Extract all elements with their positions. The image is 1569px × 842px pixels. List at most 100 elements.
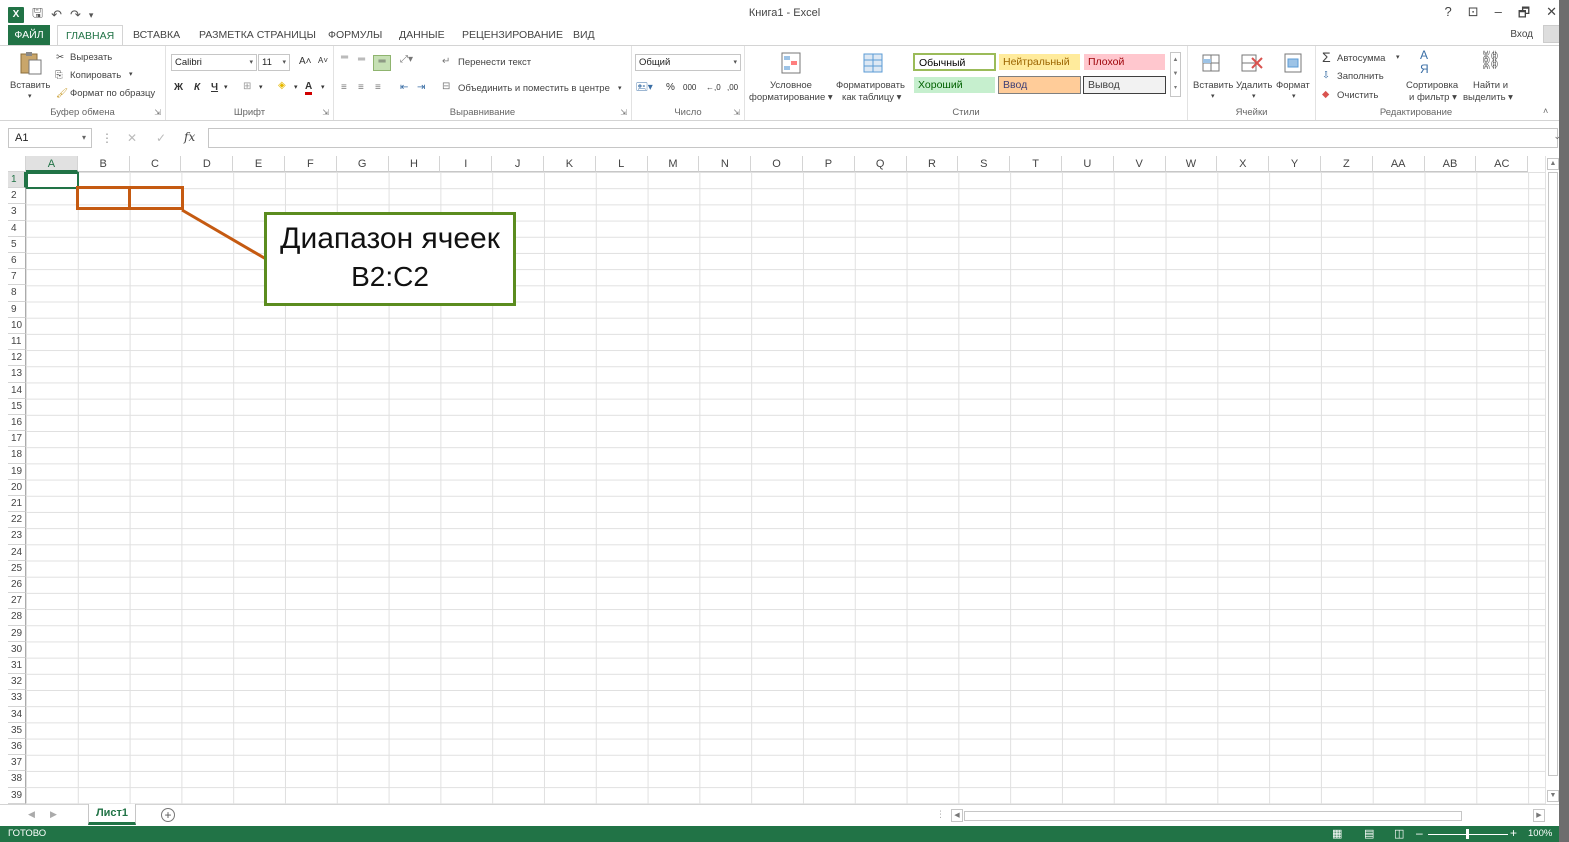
column-header[interactable]: W <box>1165 156 1218 172</box>
column-header[interactable]: AA <box>1372 156 1425 172</box>
collapse-ribbon-icon[interactable]: ˄ <box>1543 106 1548 116</box>
number-launcher-icon[interactable]: ⇲ <box>733 108 740 117</box>
format-as-table-label-1[interactable]: Форматировать <box>836 80 905 91</box>
shrink-font-button[interactable]: A˅ <box>318 56 328 65</box>
page-layout-view-icon[interactable]: ▤ <box>1364 827 1374 840</box>
column-header[interactable]: U <box>1062 156 1114 172</box>
row-header[interactable]: 18 <box>8 447 26 464</box>
tab-page-layout[interactable]: РАЗМЕТКА СТРАНИЦЫ <box>191 25 324 45</box>
horizontal-scroll-thumb[interactable] <box>964 811 1462 821</box>
row-header[interactable]: 36 <box>8 739 26 756</box>
tab-home[interactable]: ГЛАВНАЯ <box>57 25 124 46</box>
column-header[interactable]: Z <box>1321 156 1373 172</box>
styles-gallery-scroll[interactable]: ▲ ▼ ▾ <box>1170 52 1181 97</box>
row-header[interactable]: 29 <box>8 625 26 642</box>
prev-sheet-icon[interactable]: ◀ <box>28 809 35 820</box>
help-icon[interactable]: ? <box>1445 4 1452 26</box>
next-sheet-icon[interactable]: ▶ <box>50 809 57 820</box>
row-header[interactable]: 15 <box>8 398 26 415</box>
column-header[interactable]: P <box>803 156 855 172</box>
row-header[interactable]: 33 <box>8 690 26 707</box>
accounting-format-icon[interactable]: 🖭▾ <box>636 80 653 97</box>
style-good[interactable]: Хороший <box>913 76 996 94</box>
insert-cells-button[interactable]: Вставить <box>1193 80 1233 91</box>
row-header[interactable]: 21 <box>8 496 26 513</box>
column-header[interactable]: K <box>544 156 596 172</box>
tab-data[interactable]: ДАННЫЕ <box>391 25 453 45</box>
align-left-icon[interactable]: ≡ <box>341 82 347 93</box>
scroll-left-icon[interactable]: ◀ <box>951 809 963 822</box>
column-header[interactable]: J <box>492 156 544 172</box>
add-sheet-icon[interactable]: + <box>161 808 175 822</box>
underline-button[interactable]: Ч <box>211 82 218 93</box>
row-header[interactable]: 32 <box>8 674 26 691</box>
find-select-label-1[interactable]: Найти и <box>1473 80 1508 91</box>
row-header[interactable]: 38 <box>8 771 26 788</box>
grow-font-button[interactable]: A˄ <box>299 56 312 67</box>
formula-input[interactable] <box>208 128 1558 148</box>
paste-icon[interactable] <box>18 50 44 76</box>
vertical-scrollbar[interactable]: ▲ ▼ <box>1545 156 1559 804</box>
row-header[interactable]: 26 <box>8 577 26 594</box>
sheet-tab-list1[interactable]: Лист1 <box>88 804 136 825</box>
align-right-icon[interactable]: ≡ <box>375 82 381 93</box>
style-normal[interactable]: Обычный <box>913 53 996 71</box>
row-header[interactable]: 22 <box>8 512 26 529</box>
column-header[interactable]: R <box>906 156 959 172</box>
conditional-formatting-label-2[interactable]: форматирование ▾ <box>749 92 833 103</box>
name-box[interactable]: A1 ▾ <box>8 128 92 148</box>
row-header[interactable]: 35 <box>8 722 26 739</box>
decrease-indent-icon[interactable]: ⇤ <box>400 82 408 93</box>
find-select-label-2[interactable]: выделить ▾ <box>1463 92 1513 103</box>
sort-filter-label-1[interactable]: Сортировка <box>1406 80 1458 91</box>
tab-review[interactable]: РЕЦЕНЗИРОВАНИЕ <box>454 25 571 45</box>
normal-view-icon[interactable]: ▦ <box>1332 827 1342 840</box>
tab-split-handle[interactable]: ⋮ <box>936 809 945 820</box>
wrap-text-button[interactable]: Перенести текст <box>458 57 531 68</box>
tab-insert[interactable]: ВСТАВКА <box>125 25 188 45</box>
row-header[interactable]: 8 <box>8 285 26 302</box>
scroll-down-icon[interactable]: ▼ <box>1547 790 1559 802</box>
close-button[interactable]: ✕ <box>1546 4 1557 26</box>
bold-button[interactable]: Ж <box>174 82 183 93</box>
style-input[interactable]: Ввод <box>998 76 1081 94</box>
autosum-button[interactable]: Автосумма <box>1337 53 1385 64</box>
align-middle-icon[interactable]: ═ <box>358 54 365 65</box>
row-header[interactable]: 37 <box>8 755 26 772</box>
row-header[interactable]: 34 <box>8 706 26 723</box>
row-header[interactable]: 20 <box>8 479 26 496</box>
align-top-icon[interactable]: ═ <box>341 52 348 63</box>
row-header[interactable]: 28 <box>8 609 26 626</box>
cut-button[interactable]: Вырезать <box>70 52 112 63</box>
column-header[interactable]: L <box>595 156 648 172</box>
sort-filter-label-2[interactable]: и фильтр ▾ <box>1409 92 1457 103</box>
row-header[interactable]: 25 <box>8 560 26 577</box>
number-format-select[interactable]: Общий ▾ <box>635 54 741 71</box>
column-header[interactable]: Y <box>1269 156 1321 172</box>
align-bottom-icon[interactable]: ═ <box>373 55 391 71</box>
align-center-icon[interactable]: ≡ <box>358 82 364 93</box>
row-header[interactable]: 24 <box>8 544 26 561</box>
row-header[interactable]: 13 <box>8 366 26 383</box>
row-header[interactable]: 9 <box>8 301 26 318</box>
percent-button[interactable]: % <box>666 82 675 93</box>
insert-function-button[interactable]: fx <box>184 130 195 144</box>
clipboard-launcher-icon[interactable]: ⇲ <box>154 108 161 117</box>
maximize-button[interactable]: 🗗 <box>1518 4 1530 26</box>
row-header[interactable]: 10 <box>8 317 26 334</box>
conditional-formatting-label-1[interactable]: Условное <box>770 80 812 91</box>
row-header[interactable]: 12 <box>8 350 26 367</box>
tab-view[interactable]: ВИД <box>565 25 603 45</box>
paste-button[interactable]: Вставить <box>10 80 50 91</box>
row-header[interactable]: 19 <box>8 463 26 480</box>
increase-indent-icon[interactable]: ⇥ <box>417 82 425 93</box>
row-header[interactable]: 39 <box>8 787 26 804</box>
scroll-right-icon[interactable]: ▶ <box>1533 809 1545 822</box>
row-header[interactable]: 30 <box>8 641 26 658</box>
row-header[interactable]: 16 <box>8 415 26 432</box>
row-header[interactable]: 27 <box>8 593 26 610</box>
column-header[interactable]: S <box>958 156 1011 172</box>
column-header[interactable]: T <box>1010 156 1062 172</box>
italic-button[interactable]: К <box>194 82 200 93</box>
fill-color-icon[interactable]: ◈ <box>278 80 286 91</box>
